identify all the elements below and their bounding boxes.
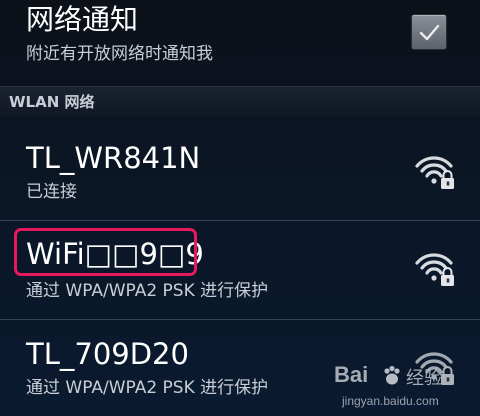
wifi-locked-icon xyxy=(415,253,454,286)
network-name: TL_709D20 xyxy=(26,337,189,371)
network-notification-title: 网络通知 xyxy=(26,3,139,36)
network-notification-checkbox[interactable] xyxy=(411,14,447,50)
network-notification-setting[interactable]: 网络通知 附近有开放网络时通知我 xyxy=(0,0,480,84)
wlan-section-title: WLAN 网络 xyxy=(9,93,95,111)
watermark-brand-cn: 经验 xyxy=(406,368,442,389)
network-item[interactable]: TL_WR841N 已连接 xyxy=(0,118,480,218)
network-notification-description: 附近有开放网络时通知我 xyxy=(26,44,213,64)
paw-icon xyxy=(384,365,400,385)
network-name: TL_WR841N xyxy=(26,141,201,175)
wlan-section-header: WLAN 网络 xyxy=(0,86,480,116)
network-status: 通过 WPA/WPA2 PSK 进行保护 xyxy=(26,378,269,398)
wifi-locked-icon xyxy=(415,156,454,189)
network-status: 通过 WPA/WPA2 PSK 进行保护 xyxy=(26,281,269,301)
highlight-annotation xyxy=(14,228,197,276)
baidu-jingyan-watermark: Bai 经验 jingyan.baidu.com xyxy=(334,362,480,416)
network-status: 已连接 xyxy=(26,182,77,202)
wifi-settings-screen: 网络通知 附近有开放网络时通知我 WLAN 网络 TL_WR841N 已连接 W… xyxy=(0,0,480,416)
checkmark-icon xyxy=(419,24,440,41)
watermark-url: jingyan.baidu.com xyxy=(342,394,439,408)
watermark-brand: Bai xyxy=(334,362,369,387)
